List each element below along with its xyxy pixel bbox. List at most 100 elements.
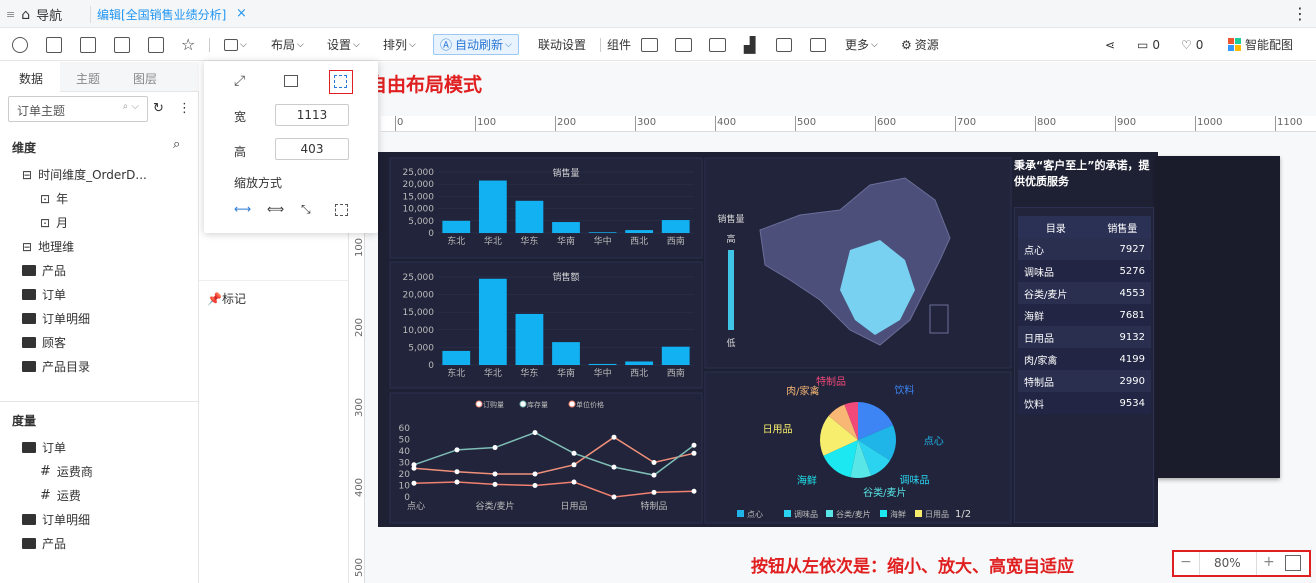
table-cell: 4553 [1119,287,1145,299]
legend-swatch [915,510,922,517]
bar [552,222,580,233]
bar [515,200,544,233]
data-point [651,460,657,465]
bar [625,230,654,233]
data-point [454,469,460,475]
table-row: 谷类/麦片 4553 [1018,282,1151,304]
height-input[interactable]: 403 [275,138,349,160]
data-point [651,489,657,495]
bar [552,342,580,365]
table-row: 调味品 5276 [1018,260,1151,282]
bar [478,180,507,233]
table-cell: 特制品 [1024,377,1054,389]
table-cell: 肉/家禽 [1024,355,1058,367]
zoom-out-button[interactable]: − [1180,554,1192,570]
y-tick-label: 5,000 [408,217,434,227]
y-tick-label: 25,000 [403,273,435,283]
table-row: 特制品 2990 [1018,370,1151,392]
bar-panel-2 [389,261,703,389]
y-tick-label: 20,000 [403,180,435,190]
stack-layout-icon[interactable] [284,75,298,87]
width-input[interactable]: 1113 [275,104,349,126]
legend-label: 调味品 [794,509,818,519]
pie-label: 调味品 [899,475,929,487]
fit-width-icon[interactable]: ⟷ [234,202,251,216]
table-row: 海鲜 7681 [1018,304,1151,326]
x-tick-label: 华东 [520,235,538,247]
data-point [411,480,417,486]
data-point [532,430,538,436]
scale-label: 缩放方式 [234,176,283,190]
legend-swatch [784,510,791,517]
table-header: 销售量 [1107,223,1138,235]
width-label: 宽 [234,110,247,124]
legend-label: 点心 [747,510,763,519]
map-legend-bar [728,250,734,330]
bar [478,278,507,365]
free-layout-highlight[interactable] [329,70,353,94]
pie-label: 特制品 [816,375,846,388]
zoom-level[interactable]: 80% [1214,556,1241,570]
bar [661,220,690,233]
data-point [571,450,577,456]
layout-popup: ⤢ 宽 1113 高 403 缩放方式 ⟷ ⟺ ⤡ [204,61,378,233]
y-tick-label: 20 [399,470,411,480]
x-tick-label: 华中 [594,367,612,379]
fit-size-button[interactable] [1285,555,1301,571]
fit-icon[interactable]: ⤢ [234,73,245,89]
legend-label: 订购量 [483,400,504,409]
no-scale-icon[interactable] [335,204,348,216]
bar [661,346,690,365]
pager: 1/2 [955,509,971,520]
data-point [571,479,577,485]
fit-height-icon[interactable]: ⟺ [267,202,284,216]
table-row: 日用品 9132 [1018,326,1151,348]
free-layout-icon [334,75,347,88]
x-tick-label: 东北 [447,367,465,379]
pie-label: 饮料 [894,383,914,396]
pie-label: 肉/家禽 [786,385,819,398]
bar [442,350,471,365]
x-tick-label: 西南 [667,367,685,379]
table-cell: 7927 [1119,243,1145,255]
table-cell: 7681 [1119,309,1145,321]
table-cell: 日用品 [1024,333,1054,345]
table-row: 饮料 9534 [1018,392,1151,414]
y-tick-label: 25,000 [403,168,435,178]
bar [442,220,471,233]
bar [625,361,654,365]
legend-label: 日用品 [925,510,949,519]
y-tick-label: 50 [399,436,411,446]
table-cell: 5276 [1119,265,1145,277]
data-point [532,483,538,488]
legend-label: 单位价格 [576,400,604,409]
legend-swatch [826,510,833,517]
fit-all-icon[interactable]: ⤡ [301,202,311,217]
pie-label: 日用品 [763,424,793,436]
table-cell: 饮料 [1024,399,1044,411]
bar [588,232,617,233]
x-tick-label: 西北 [630,368,648,379]
y-tick-label: 30 [399,459,411,469]
x-tick-label: 西南 [667,235,685,247]
data-point [611,494,617,500]
x-tick-label: 谷类/麦片 [475,500,514,512]
legend-swatch [737,510,744,517]
legend-label: 谷类/麦片 [836,509,871,519]
data-point [651,472,657,478]
y-tick-label: 0 [428,361,434,371]
zoom-in-button[interactable]: + [1263,554,1275,570]
map-legend-high: 高 [726,233,735,245]
data-point [492,471,498,477]
pie-label: 谷类/麦片 [863,486,906,499]
data-point [532,471,538,477]
data-point [691,442,697,448]
table-header: 目录 [1045,223,1066,235]
legend-marker [475,400,483,408]
y-tick-label: 0 [428,229,434,239]
table-panel: 目录 销售量 点心 7927 调味品 5276 谷类/麦片 4553 海鲜 7681 日用品 91… [1014,207,1154,523]
y-tick-label: 15,000 [403,308,435,318]
y-tick-label: 20,000 [403,291,435,301]
slogan-text: 秉承“客户至上”的承诺，提供优质服务 [1014,159,1150,188]
data-point [454,447,460,453]
